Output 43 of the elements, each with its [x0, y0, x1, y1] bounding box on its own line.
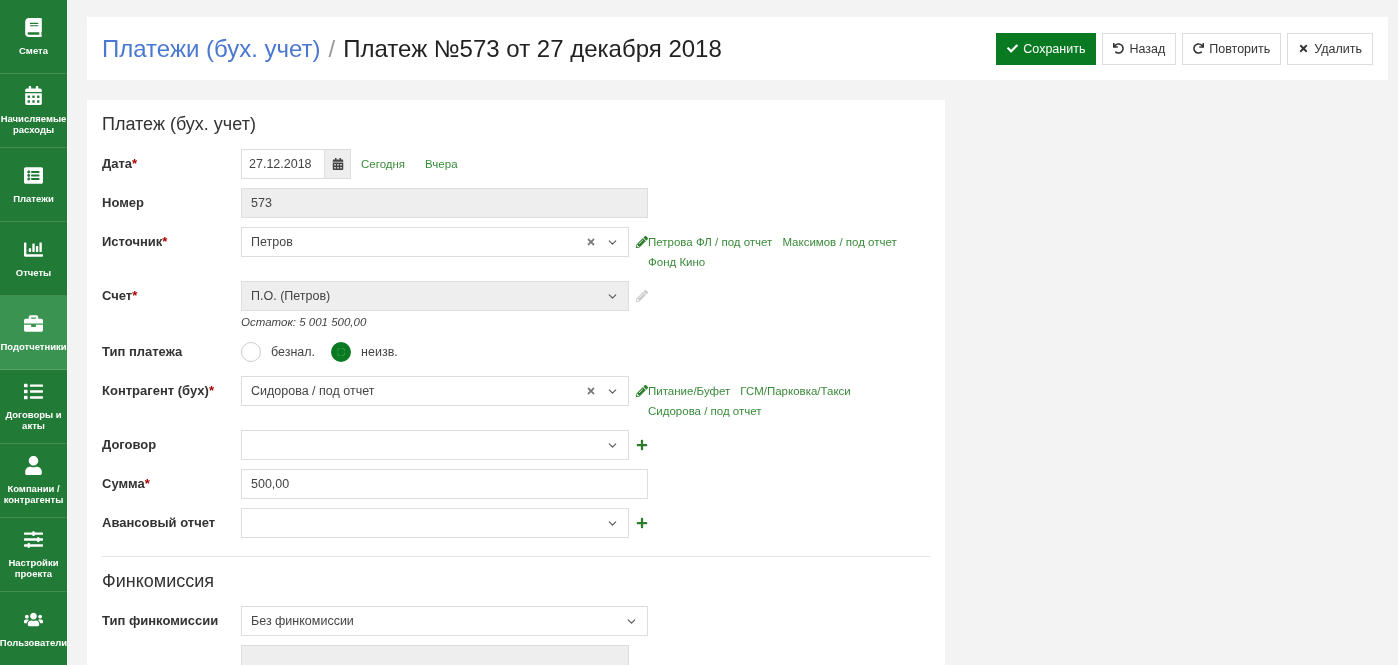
sidebar-item[interactable]: Смета: [0, 0, 67, 74]
radio-label: неизв.: [361, 345, 398, 359]
select-field[interactable]: Без финкомиссии: [241, 606, 648, 636]
field-label: Тип платежа: [102, 343, 184, 361]
sidebar-item[interactable]: Платежи: [0, 148, 67, 222]
field-label: Контрагент (бух)*: [102, 382, 215, 400]
balance-hint: Остаток: 5 001 500,00: [241, 316, 368, 328]
field-label: Авансовый отчет: [102, 514, 217, 532]
quick-select-link[interactable]: Сидорова / под отчет: [648, 401, 762, 421]
page-title: Платеж №573 от 27 декабря 2018: [343, 34, 723, 63]
quick-select-link[interactable]: Фонд Кино: [648, 252, 706, 272]
field-label: Номер: [102, 194, 145, 212]
quick-date-link[interactable]: Сегодня: [361, 158, 406, 170]
field-label: Счет*: [102, 287, 139, 305]
breadcrumb-separator: /: [328, 34, 336, 63]
sidebar-item[interactable]: Настройки проекта: [0, 518, 67, 592]
sidebar-item[interactable]: Начисляемые расходы: [0, 74, 67, 148]
quick-date-link[interactable]: Вчера: [425, 158, 458, 170]
delete-button[interactable]: Удалить: [1287, 32, 1373, 65]
sidebar-item[interactable]: Договоры и акты: [0, 370, 67, 444]
sidebar-item[interactable]: Подотчетники: [0, 296, 67, 370]
breadcrumb-link[interactable]: Платежи (бух. учет): [102, 34, 321, 63]
back-button[interactable]: Назад: [1102, 32, 1177, 65]
quick-select-link[interactable]: Петрова ФЛ / под отчет: [648, 232, 773, 252]
field-label: Дата*: [102, 155, 139, 173]
sidebar-item[interactable]: Компании / контрагенты: [0, 444, 67, 518]
quick-select-link[interactable]: Питание/Буфет: [648, 381, 731, 401]
quick-select-link[interactable]: Максимов / под отчет: [782, 232, 897, 252]
sidebar-item[interactable]: Пользователи: [0, 592, 67, 665]
quick-select-link[interactable]: ГСМ/Парковка/Такси: [740, 381, 851, 401]
field-label: Договор: [102, 436, 158, 454]
select-field[interactable]: Петров: [241, 227, 629, 257]
section-title: Платеж (бух. учет): [102, 114, 257, 135]
field-label: Тип финкомиссии: [102, 612, 220, 630]
repeat-button[interactable]: Повторить: [1182, 32, 1282, 65]
save-button[interactable]: Сохранить: [996, 32, 1097, 65]
radio-label: безнал.: [271, 345, 316, 359]
date-field[interactable]: 27.12.2018: [241, 149, 351, 179]
input-field[interactable]: 500,00: [241, 469, 648, 499]
field-label: Сумма*: [102, 475, 151, 493]
section-title: Финкомиссия: [102, 571, 215, 592]
field-label: Источник*: [102, 233, 169, 251]
select-field[interactable]: Сидорова / под отчет: [241, 376, 629, 406]
